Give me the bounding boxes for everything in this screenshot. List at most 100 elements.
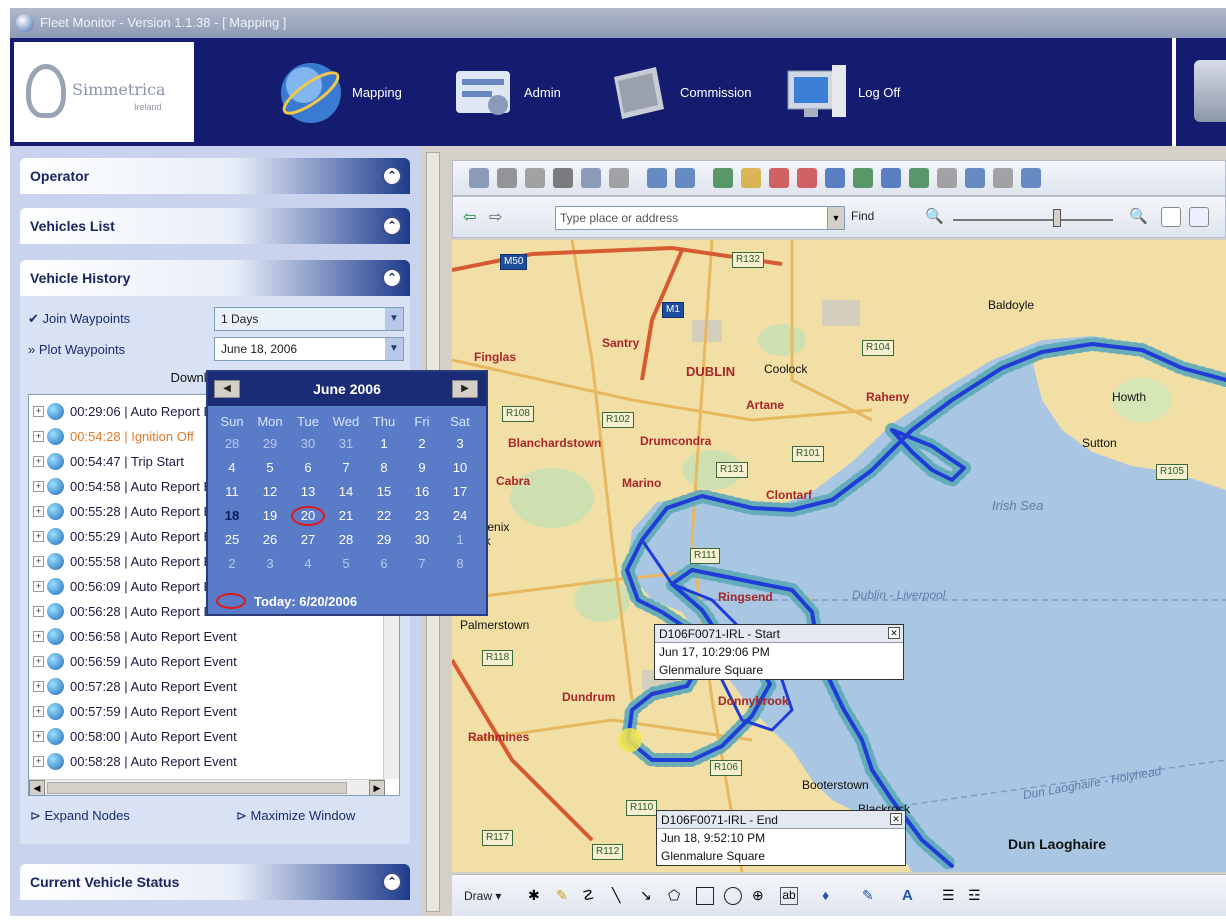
close-icon[interactable]: ✕ bbox=[890, 813, 902, 825]
pen-icon[interactable]: ✎ bbox=[556, 887, 574, 905]
nav-admin-button[interactable]: Admin bbox=[450, 46, 561, 138]
calendar-day[interactable]: 6 bbox=[366, 556, 402, 571]
prev-month-icon[interactable]: ◀ bbox=[214, 380, 240, 398]
calendar-day[interactable]: 26 bbox=[252, 532, 288, 547]
panel-vehicle-history[interactable]: Vehicle History ⌃ bbox=[20, 260, 410, 296]
expand-icon[interactable]: + bbox=[33, 505, 44, 517]
expand-nodes-link[interactable]: ⊳ Expand Nodes bbox=[30, 808, 130, 824]
dash-style-icon[interactable]: ☲ bbox=[968, 887, 986, 905]
calendar-day[interactable]: 31 bbox=[328, 436, 364, 451]
distance-icon[interactable] bbox=[881, 168, 901, 188]
maximize-window-link[interactable]: ⊳ Maximize Window bbox=[236, 808, 355, 824]
nav-mapping-button[interactable]: Mapping bbox=[278, 46, 402, 138]
calendar-day[interactable]: 7 bbox=[404, 556, 440, 571]
calendar-day[interactable]: 29 bbox=[252, 436, 288, 451]
next-month-icon[interactable]: ▶ bbox=[452, 380, 478, 398]
tree-item[interactable]: +00:57:59 | Auto Report Event bbox=[33, 699, 237, 723]
calendar-day[interactable]: 3 bbox=[252, 556, 288, 571]
calendar-day[interactable]: 5 bbox=[328, 556, 364, 571]
paste-icon[interactable] bbox=[581, 168, 601, 188]
line-style-icon[interactable]: ☰ bbox=[942, 887, 960, 905]
tree-item[interactable]: +00:57:28 | Auto Report Event bbox=[33, 674, 237, 698]
expand-icon[interactable]: + bbox=[33, 555, 44, 567]
tree-item[interactable]: +00:54:47 | Trip Start bbox=[33, 449, 184, 473]
plot-date-select[interactable]: June 18, 2006 ▼ bbox=[214, 337, 404, 361]
dropdown-arrow-icon[interactable]: ▼ bbox=[385, 338, 403, 360]
scroll-right-icon[interactable]: ▶ bbox=[369, 780, 385, 795]
chevron-icon[interactable]: ⌃ bbox=[382, 268, 402, 288]
scroll-left-icon[interactable]: ◀ bbox=[29, 780, 45, 795]
zoom-slider-thumb[interactable] bbox=[1053, 209, 1061, 227]
calendar-day[interactable]: 24 bbox=[442, 508, 478, 523]
rectangle-icon[interactable] bbox=[696, 887, 714, 905]
nav-logoff-button[interactable]: Log Off bbox=[784, 46, 900, 138]
save-icon[interactable] bbox=[469, 168, 489, 188]
calendar-day[interactable]: 21 bbox=[328, 508, 364, 523]
expand-icon[interactable]: + bbox=[33, 605, 44, 617]
legend-icon[interactable] bbox=[741, 168, 761, 188]
layers-icon[interactable] bbox=[713, 168, 733, 188]
expand-icon[interactable]: + bbox=[33, 755, 44, 767]
calendar-day[interactable]: 8 bbox=[366, 460, 402, 475]
chevron-icon[interactable]: ⌃ bbox=[382, 166, 402, 186]
calendar-day[interactable]: 17 bbox=[442, 484, 478, 499]
back-arrow-icon[interactable]: ⇦ bbox=[463, 207, 483, 227]
tree-item[interactable]: +00:58:28 | Auto Report Event bbox=[33, 749, 237, 773]
chevron-icon[interactable]: ⌃ bbox=[382, 216, 402, 236]
select-tool-icon[interactable] bbox=[1161, 207, 1181, 227]
expand-icon[interactable]: + bbox=[33, 405, 44, 417]
calendar-day[interactable]: 30 bbox=[404, 532, 440, 547]
panel-vehicles-list[interactable]: Vehicles List ⌃ bbox=[20, 208, 410, 244]
polygon-icon[interactable]: ⬠ bbox=[668, 887, 686, 905]
expand-icon[interactable]: + bbox=[33, 705, 44, 717]
calendar-day[interactable]: 12 bbox=[252, 484, 288, 499]
calendar-day[interactable]: 15 bbox=[366, 484, 402, 499]
calendar-day[interactable]: 10 bbox=[442, 460, 478, 475]
tree-horizontal-scrollbar[interactable]: ◀ ▶ bbox=[29, 779, 385, 795]
circle-icon[interactable]: ⊕ bbox=[752, 887, 770, 905]
calendar-day[interactable]: 27 bbox=[290, 532, 326, 547]
tree-item[interactable]: +00:56:58 | Auto Report Event bbox=[33, 624, 237, 648]
draw-menu-button[interactable]: Draw ▾ bbox=[464, 889, 501, 903]
join-days-select[interactable]: 1 Days ▼ bbox=[214, 307, 404, 331]
pan-hand-icon[interactable] bbox=[1189, 207, 1209, 227]
calendar-day[interactable]: 19 bbox=[252, 508, 288, 523]
calendar-day[interactable]: 4 bbox=[214, 460, 250, 475]
calendar-day[interactable]: 16 bbox=[404, 484, 440, 499]
calendar-day[interactable]: 9 bbox=[404, 460, 440, 475]
info-icon[interactable] bbox=[965, 168, 985, 188]
calendar-day[interactable]: 13 bbox=[290, 484, 326, 499]
fill-color-icon[interactable]: ♦ bbox=[822, 887, 840, 905]
zoom-in-icon[interactable]: 🔍 bbox=[1129, 207, 1149, 227]
find-icon[interactable] bbox=[937, 168, 957, 188]
expand-icon[interactable]: + bbox=[33, 730, 44, 742]
calendar-day[interactable]: 23 bbox=[404, 508, 440, 523]
nav-commission-button[interactable]: Commission bbox=[606, 46, 752, 138]
text-box-icon[interactable]: ab bbox=[780, 887, 798, 905]
calendar-day[interactable]: 4 bbox=[290, 556, 326, 571]
panel-current-status[interactable]: Current Vehicle Status ⌃ bbox=[20, 864, 410, 900]
find-button[interactable]: Find bbox=[851, 209, 874, 223]
calendar-day[interactable]: 2 bbox=[404, 436, 440, 451]
search-dropdown-icon[interactable]: ▼ bbox=[827, 207, 844, 229]
calendar-day[interactable]: 14 bbox=[328, 484, 364, 499]
calendar-day[interactable]: 22 bbox=[366, 508, 402, 523]
expand-icon[interactable]: + bbox=[33, 530, 44, 542]
chevron-icon[interactable]: ⌃ bbox=[382, 872, 402, 892]
globe-icon[interactable] bbox=[1021, 168, 1041, 188]
calendar-day[interactable]: 7 bbox=[328, 460, 364, 475]
expand-icon[interactable]: + bbox=[33, 680, 44, 692]
tree-item[interactable]: +00:58:00 | Auto Report Event bbox=[33, 724, 237, 748]
calendar-day[interactable]: 8 bbox=[442, 556, 478, 571]
calendar-day[interactable]: 25 bbox=[214, 532, 250, 547]
tree-item[interactable]: +00:54:28 | Ignition Off bbox=[33, 424, 194, 448]
calendar-day[interactable]: 29 bbox=[366, 532, 402, 547]
print-icon[interactable] bbox=[497, 168, 517, 188]
calendar-day[interactable]: 6 bbox=[290, 460, 326, 475]
freehand-icon[interactable]: ☡ bbox=[582, 887, 600, 905]
expand-icon[interactable]: + bbox=[33, 455, 44, 467]
dropdown-arrow-icon[interactable]: ▼ bbox=[385, 308, 403, 330]
settings-icon[interactable] bbox=[993, 168, 1013, 188]
calendar-day[interactable]: 30 bbox=[290, 436, 326, 451]
calendar-day[interactable]: 3 bbox=[442, 436, 478, 451]
